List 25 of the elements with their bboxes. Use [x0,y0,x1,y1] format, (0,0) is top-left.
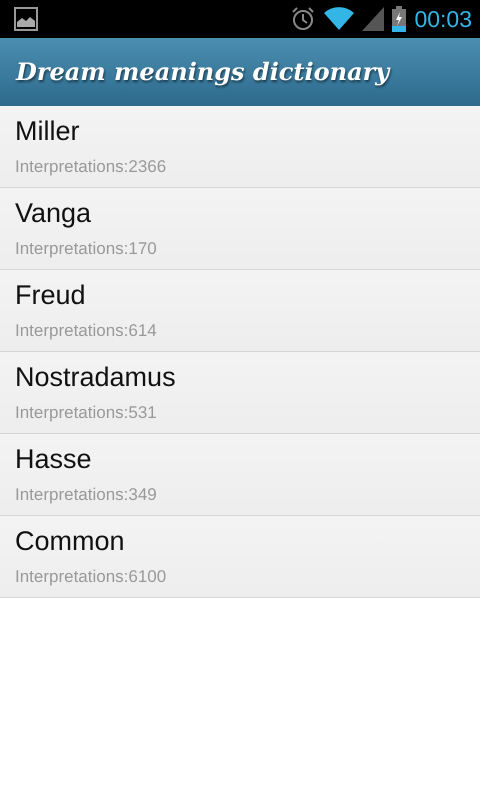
dictionary-name: Freud [15,279,87,312]
wifi-icon [324,7,354,31]
interpretations-count: Interpretations:2366 [15,156,168,178]
interpretations-count: Interpretations:531 [15,402,158,424]
dictionary-name: Common [15,525,126,558]
interpretations-count: Interpretations:6100 [15,566,168,588]
app-title: Dream meanings dictionary [16,56,390,88]
dictionary-item[interactable]: Freud Interpretations:614 [0,270,480,352]
interpretations-count: Interpretations:170 [15,238,158,260]
clock-time: 00:03 [414,4,472,34]
battery-icon [392,6,406,32]
dictionary-item[interactable]: Miller Interpretations:2366 [0,106,480,188]
dictionary-name: Hasse [15,443,93,476]
alarm-icon [290,6,316,32]
interpretations-count: Interpretations:349 [15,484,158,506]
interpretations-count: Interpretations:614 [15,320,158,342]
image-icon [14,7,38,31]
signal-icon [362,7,384,31]
dictionary-name: Vanga [15,197,92,230]
dictionary-item[interactable]: Nostradamus Interpretations:531 [0,352,480,434]
dictionary-name: Miller [15,115,80,148]
dictionary-item[interactable]: Common Interpretations:6100 [0,516,480,598]
dictionary-name: Nostradamus [15,361,177,394]
dictionary-item[interactable]: Hasse Interpretations:349 [0,434,480,516]
dictionary-item[interactable]: Vanga Interpretations:170 [0,188,480,270]
